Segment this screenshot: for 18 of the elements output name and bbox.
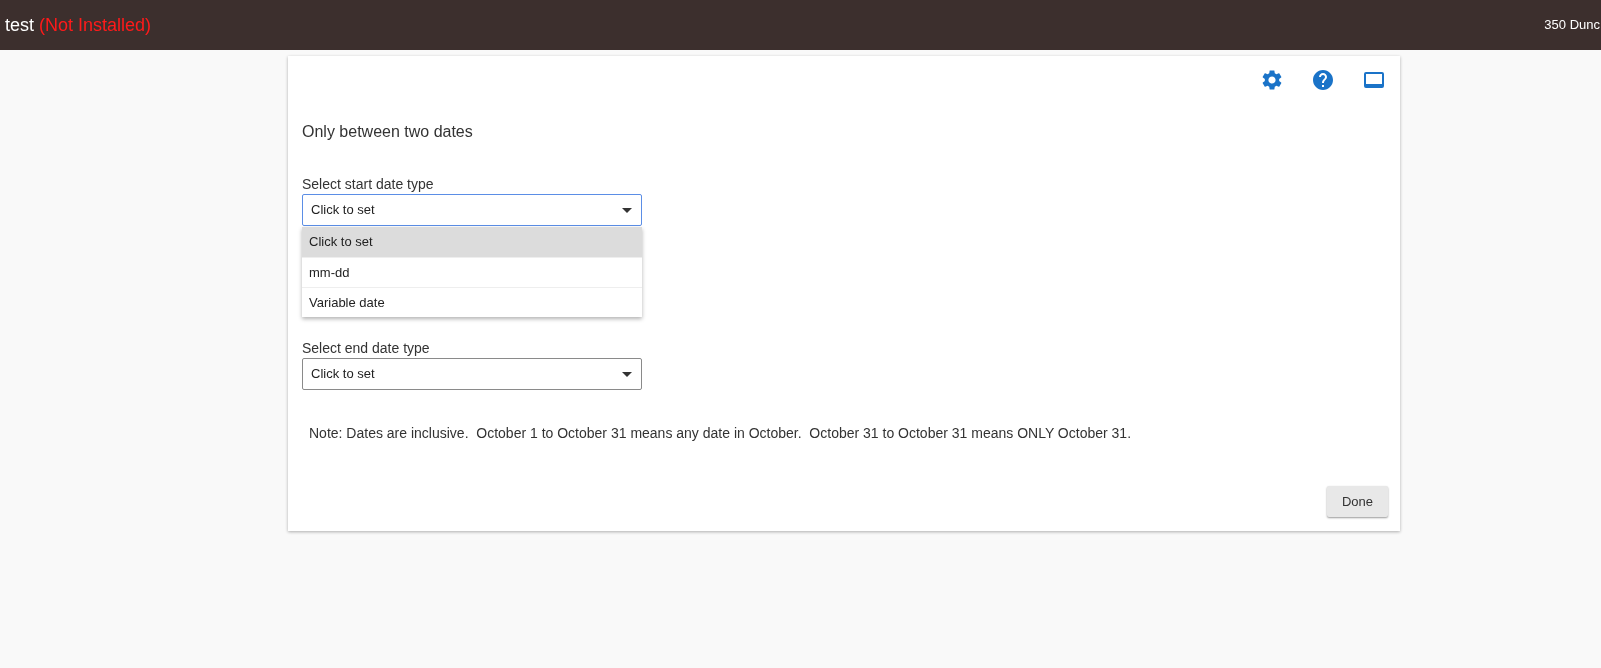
display-icon[interactable] [1364, 72, 1384, 88]
dropdown-option[interactable]: Click to set [302, 227, 642, 257]
app-title: test [5, 13, 34, 37]
settings-icon[interactable] [1262, 70, 1282, 90]
help-icon[interactable] [1313, 70, 1333, 90]
dropdown-option[interactable]: mm-dd [302, 257, 642, 287]
caret-icon [622, 371, 632, 377]
field-label: Select start date type [302, 175, 435, 194]
date-type-select[interactable]: Click to set [302, 358, 642, 390]
date-type-select[interactable]: Click to set [302, 194, 642, 226]
install-status: (Not Installed) [39, 13, 152, 37]
field-label: Select end date type [302, 339, 431, 358]
caret-icon [622, 207, 632, 213]
done-button[interactable]: Done [1326, 486, 1388, 517]
section-title: Only between two dates [302, 122, 474, 142]
note-text: Note: Dates are inclusive. October 1 to October 31 means any date in October. October 31 to October 31 means ONLY October 31. [309, 424, 1133, 443]
dropdown-option[interactable]: Variable date [302, 287, 642, 317]
location-name: 350 Dunc [1544, 16, 1601, 35]
